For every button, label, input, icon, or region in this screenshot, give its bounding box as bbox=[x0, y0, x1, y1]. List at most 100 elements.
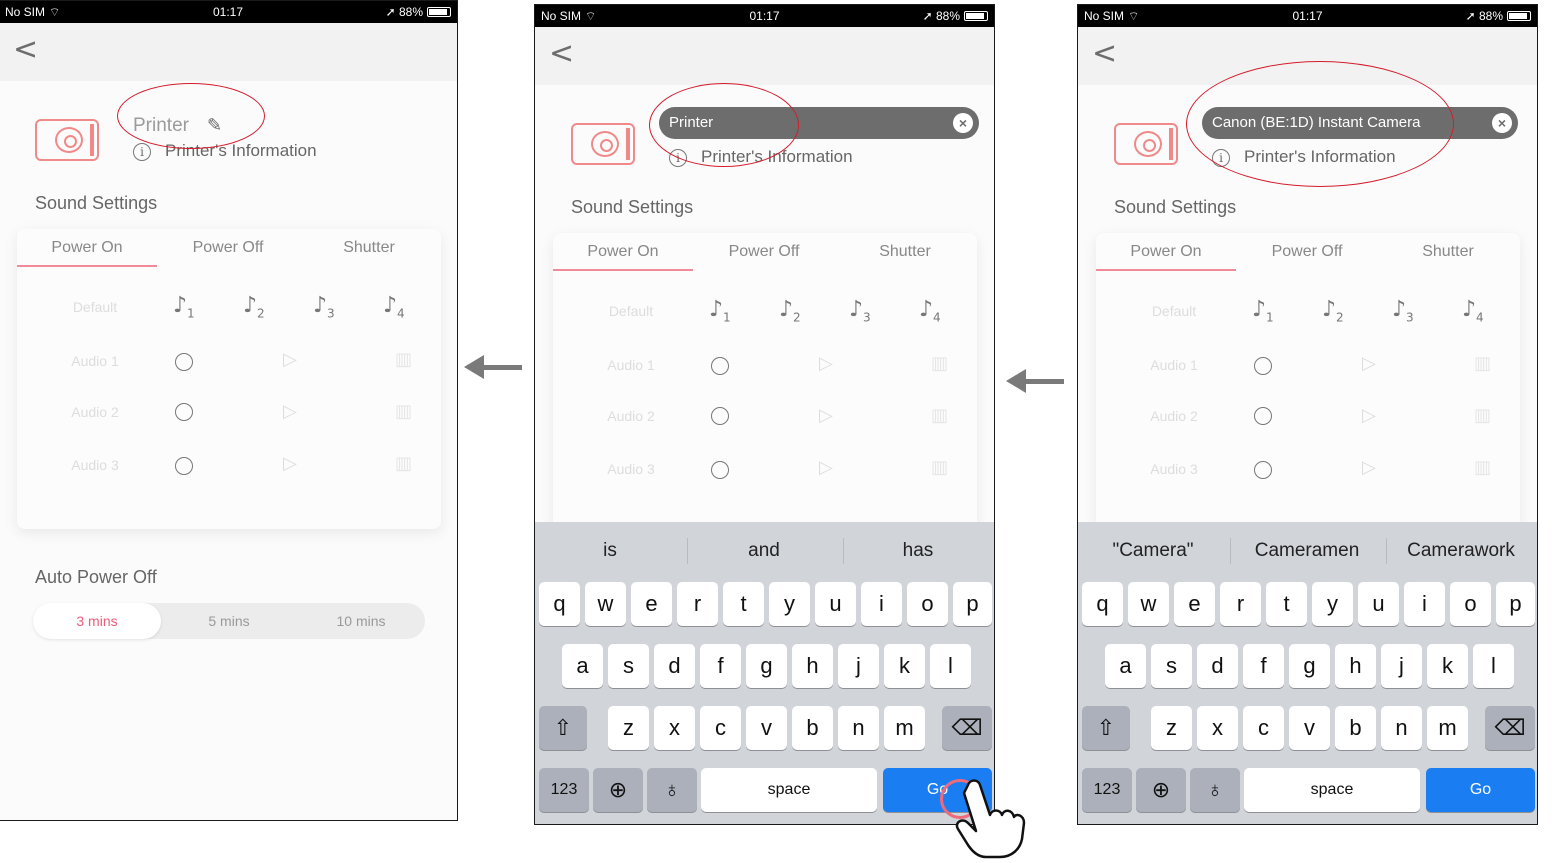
suggestion-item[interactable]: Camerawork bbox=[1386, 540, 1536, 562]
key-z[interactable]: z bbox=[608, 706, 649, 750]
back-chevron-icon[interactable]: < bbox=[13, 35, 38, 65]
suggestion-item[interactable]: and bbox=[689, 540, 839, 562]
suggestion-item[interactable]: is bbox=[535, 540, 685, 562]
tab-shutter[interactable]: Shutter bbox=[299, 239, 439, 257]
key-d[interactable]: d bbox=[654, 644, 695, 688]
backspace-icon[interactable]: ⌫ bbox=[1485, 706, 1535, 750]
key-j[interactable]: j bbox=[1381, 644, 1422, 688]
shift-icon[interactable]: ⇧ bbox=[539, 706, 587, 750]
music-note-icon[interactable]: ♪1 bbox=[173, 293, 195, 320]
music-note-icon[interactable]: ♪2 bbox=[243, 293, 265, 320]
music-note-icon[interactable]: ♪3 bbox=[313, 293, 335, 320]
key-r[interactable]: r bbox=[677, 582, 718, 626]
music-note-icon[interactable]: ♪1 bbox=[1252, 297, 1274, 324]
key-e[interactable]: e bbox=[631, 582, 672, 626]
play-icon[interactable]: ▷ bbox=[1362, 353, 1376, 374]
music-note-icon[interactable]: ♪2 bbox=[779, 297, 801, 324]
tab-power-off[interactable]: Power Off bbox=[1237, 243, 1377, 261]
key-i[interactable]: i bbox=[1404, 582, 1445, 626]
play-icon[interactable]: ▷ bbox=[819, 353, 833, 374]
key-c[interactable]: c bbox=[1243, 706, 1284, 750]
key-b[interactable]: b bbox=[1335, 706, 1376, 750]
key-w[interactable]: w bbox=[1128, 582, 1169, 626]
power-option-10-mins[interactable]: 10 mins bbox=[297, 603, 425, 639]
trash-icon[interactable]: ▥ bbox=[931, 457, 948, 478]
tab-power-off[interactable]: Power Off bbox=[158, 239, 298, 257]
record-radio-icon[interactable] bbox=[175, 457, 193, 475]
globe-icon[interactable]: ⊕ bbox=[1136, 768, 1186, 812]
key-n[interactable]: n bbox=[838, 706, 879, 750]
tab-power-off[interactable]: Power Off bbox=[694, 243, 834, 261]
music-note-icon[interactable]: ♪3 bbox=[1392, 297, 1414, 324]
key-d[interactable]: d bbox=[1197, 644, 1238, 688]
trash-icon[interactable]: ▥ bbox=[931, 405, 948, 426]
key-f[interactable]: f bbox=[700, 644, 741, 688]
key-o[interactable]: o bbox=[907, 582, 948, 626]
key-y[interactable]: y bbox=[769, 582, 810, 626]
tab-power-on[interactable]: Power On bbox=[17, 239, 157, 257]
tab-power-on[interactable]: Power On bbox=[1096, 243, 1236, 261]
globe-icon[interactable]: ⊕ bbox=[593, 768, 643, 812]
power-option-5-mins[interactable]: 5 mins bbox=[165, 603, 293, 639]
key-v[interactable]: v bbox=[1289, 706, 1330, 750]
key-w[interactable]: w bbox=[585, 582, 626, 626]
key-r[interactable]: r bbox=[1220, 582, 1261, 626]
numbers-key[interactable]: 123 bbox=[539, 768, 589, 812]
suggestion-item[interactable]: Cameramen bbox=[1232, 540, 1382, 562]
key-l[interactable]: l bbox=[1473, 644, 1514, 688]
backspace-icon[interactable]: ⌫ bbox=[942, 706, 992, 750]
music-note-icon[interactable]: ♪2 bbox=[1322, 297, 1344, 324]
key-b[interactable]: b bbox=[792, 706, 833, 750]
record-radio-icon[interactable] bbox=[711, 461, 729, 479]
key-q[interactable]: q bbox=[539, 582, 580, 626]
key-a[interactable]: a bbox=[1105, 644, 1146, 688]
key-i[interactable]: i bbox=[861, 582, 902, 626]
play-icon[interactable]: ▷ bbox=[819, 405, 833, 426]
key-x[interactable]: x bbox=[1197, 706, 1238, 750]
key-y[interactable]: y bbox=[1312, 582, 1353, 626]
key-m[interactable]: m bbox=[884, 706, 925, 750]
key-k[interactable]: k bbox=[884, 644, 925, 688]
key-j[interactable]: j bbox=[838, 644, 879, 688]
key-z[interactable]: z bbox=[1151, 706, 1192, 750]
play-icon[interactable]: ▷ bbox=[283, 401, 297, 422]
power-option-3-mins[interactable]: 3 mins bbox=[33, 603, 161, 639]
key-f[interactable]: f bbox=[1243, 644, 1284, 688]
space-key[interactable]: space bbox=[701, 768, 877, 812]
go-key[interactable]: Go bbox=[1426, 768, 1535, 812]
key-p[interactable]: p bbox=[953, 582, 992, 626]
play-icon[interactable]: ▷ bbox=[283, 349, 297, 370]
trash-icon[interactable]: ▥ bbox=[395, 401, 412, 422]
record-radio-icon[interactable] bbox=[175, 353, 193, 371]
tab-power-on[interactable]: Power On bbox=[553, 243, 693, 261]
key-t[interactable]: t bbox=[723, 582, 764, 626]
trash-icon[interactable]: ▥ bbox=[395, 453, 412, 474]
space-key[interactable]: space bbox=[1244, 768, 1420, 812]
record-radio-icon[interactable] bbox=[711, 407, 729, 425]
suggestion-item[interactable]: "Camera" bbox=[1078, 540, 1228, 562]
record-radio-icon[interactable] bbox=[1254, 461, 1272, 479]
key-n[interactable]: n bbox=[1381, 706, 1422, 750]
clear-icon[interactable]: × bbox=[953, 113, 973, 133]
key-a[interactable]: a bbox=[562, 644, 603, 688]
key-s[interactable]: s bbox=[1151, 644, 1192, 688]
back-chevron-icon[interactable]: < bbox=[1092, 39, 1117, 69]
record-radio-icon[interactable] bbox=[711, 357, 729, 375]
key-g[interactable]: g bbox=[746, 644, 787, 688]
key-v[interactable]: v bbox=[746, 706, 787, 750]
tab-shutter[interactable]: Shutter bbox=[835, 243, 975, 261]
trash-icon[interactable]: ▥ bbox=[931, 353, 948, 374]
back-chevron-icon[interactable]: < bbox=[549, 39, 574, 69]
key-o[interactable]: o bbox=[1450, 582, 1491, 626]
record-radio-icon[interactable] bbox=[1254, 357, 1272, 375]
key-u[interactable]: u bbox=[1358, 582, 1399, 626]
music-note-icon[interactable]: ♪3 bbox=[849, 297, 871, 324]
music-note-icon[interactable]: ♪4 bbox=[1462, 297, 1484, 324]
key-q[interactable]: q bbox=[1082, 582, 1123, 626]
music-note-icon[interactable]: ♪4 bbox=[919, 297, 941, 324]
trash-icon[interactable]: ▥ bbox=[1474, 405, 1491, 426]
microphone-icon[interactable]: ♁ bbox=[647, 768, 697, 812]
tab-shutter[interactable]: Shutter bbox=[1378, 243, 1518, 261]
microphone-icon[interactable]: ♁ bbox=[1190, 768, 1240, 812]
play-icon[interactable]: ▷ bbox=[819, 457, 833, 478]
